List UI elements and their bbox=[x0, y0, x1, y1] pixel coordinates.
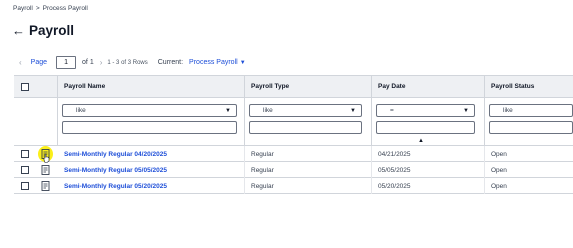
chevron-left-icon[interactable]: ‹ bbox=[19, 58, 22, 67]
filter-text-input[interactable] bbox=[376, 121, 475, 134]
filter-op-value: like bbox=[263, 107, 273, 114]
payroll-name-link[interactable]: Semi-Monthly Regular 05/05/2025 bbox=[58, 162, 245, 178]
filter-op-select[interactable]: = ▼ bbox=[376, 104, 475, 117]
page-number-input[interactable] bbox=[56, 56, 77, 69]
payroll-type-cell: Regular bbox=[245, 178, 372, 194]
filter-spacer bbox=[14, 98, 58, 146]
header-pay-date[interactable]: Pay Date bbox=[372, 76, 485, 98]
payroll-name-link[interactable]: Semi-Monthly Regular 05/20/2025 bbox=[58, 178, 245, 194]
sort-ascending-icon: ▲ bbox=[418, 138, 424, 144]
rows-info: 1 - 3 of 3 Rows bbox=[107, 59, 148, 66]
row-checkbox[interactable] bbox=[21, 166, 29, 174]
current-view-label: Current: bbox=[157, 59, 184, 66]
breadcrumb-process-payroll[interactable]: Process Payroll bbox=[43, 5, 88, 12]
filter-text-input[interactable] bbox=[249, 121, 362, 134]
filter-text-input[interactable] bbox=[62, 121, 237, 134]
payroll-status-cell: Open bbox=[491, 150, 507, 158]
page-title: Payroll bbox=[29, 23, 75, 38]
table-row: Semi-Monthly Regular 04/20/2025 Regular … bbox=[14, 146, 573, 163]
header-payroll-type[interactable]: Payroll Type bbox=[245, 76, 372, 98]
caret-down-icon: ▼ bbox=[225, 108, 231, 114]
payroll-grid: Payroll Name Payroll Type Pay Date Payro… bbox=[14, 75, 573, 194]
caret-down-icon: ▼ bbox=[463, 108, 469, 114]
filter-op-select[interactable]: like ▼ bbox=[249, 104, 362, 117]
filter-op-value: like bbox=[76, 107, 86, 114]
filter-text-input[interactable] bbox=[489, 121, 573, 134]
title-row: ← Payroll bbox=[12, 23, 74, 38]
filter-payroll-name: like ▼ bbox=[58, 98, 245, 146]
breadcrumb-separator: > bbox=[35, 5, 40, 12]
header-payroll-name[interactable]: Payroll Name bbox=[58, 76, 245, 98]
pay-date-cell: 04/21/2025 bbox=[372, 146, 485, 162]
breadcrumb: Payroll > Process Payroll bbox=[13, 5, 88, 12]
filter-payroll-status: like bbox=[485, 98, 573, 146]
pay-date-cell: 05/05/2025 bbox=[372, 162, 485, 178]
filter-op-value: like bbox=[503, 107, 513, 114]
header-select-cell bbox=[14, 76, 58, 98]
payroll-name-link[interactable]: Semi-Monthly Regular 04/20/2025 bbox=[58, 146, 245, 162]
payroll-status-cell: Open bbox=[491, 182, 507, 190]
pay-date-cell: 05/20/2025 bbox=[372, 178, 485, 194]
payroll-type-cell: Regular bbox=[245, 162, 372, 178]
payroll-document-icon[interactable] bbox=[41, 165, 50, 175]
current-view-value: Process Payroll bbox=[189, 59, 238, 66]
page-label[interactable]: Page bbox=[31, 59, 47, 66]
select-all-checkbox[interactable] bbox=[21, 83, 29, 91]
payroll-type-cell: Regular bbox=[245, 146, 372, 162]
filter-op-select[interactable]: like ▼ bbox=[62, 104, 237, 117]
caret-down-icon: ▼ bbox=[350, 108, 356, 114]
row-checkbox[interactable] bbox=[21, 150, 29, 158]
table-row: Semi-Monthly Regular 05/05/2025 Regular … bbox=[14, 162, 573, 178]
filter-pay-date: = ▼ ▲ bbox=[372, 98, 485, 146]
header-payroll-status[interactable]: Payroll Status bbox=[485, 76, 573, 98]
filter-payroll-type: like ▼ bbox=[245, 98, 372, 146]
left-arrow-icon[interactable]: ← bbox=[12, 24, 25, 37]
chevron-right-icon[interactable]: › bbox=[100, 58, 103, 67]
payroll-document-icon[interactable] bbox=[41, 181, 50, 191]
pager: ‹ Page of 1 › 1 - 3 of 3 Rows Current: P… bbox=[19, 56, 246, 69]
page-of-total: of 1 bbox=[82, 59, 94, 66]
filter-op-select[interactable]: like bbox=[489, 104, 573, 117]
filter-op-value: = bbox=[390, 107, 394, 114]
row-checkbox[interactable] bbox=[21, 182, 29, 190]
current-view-select[interactable]: Process Payroll ▼ bbox=[189, 59, 246, 66]
caret-down-icon: ▼ bbox=[239, 60, 246, 66]
payroll-status-cell: Open bbox=[491, 166, 507, 174]
table-row: Semi-Monthly Regular 05/20/2025 Regular … bbox=[14, 178, 573, 194]
breadcrumb-payroll[interactable]: Payroll bbox=[13, 5, 33, 12]
